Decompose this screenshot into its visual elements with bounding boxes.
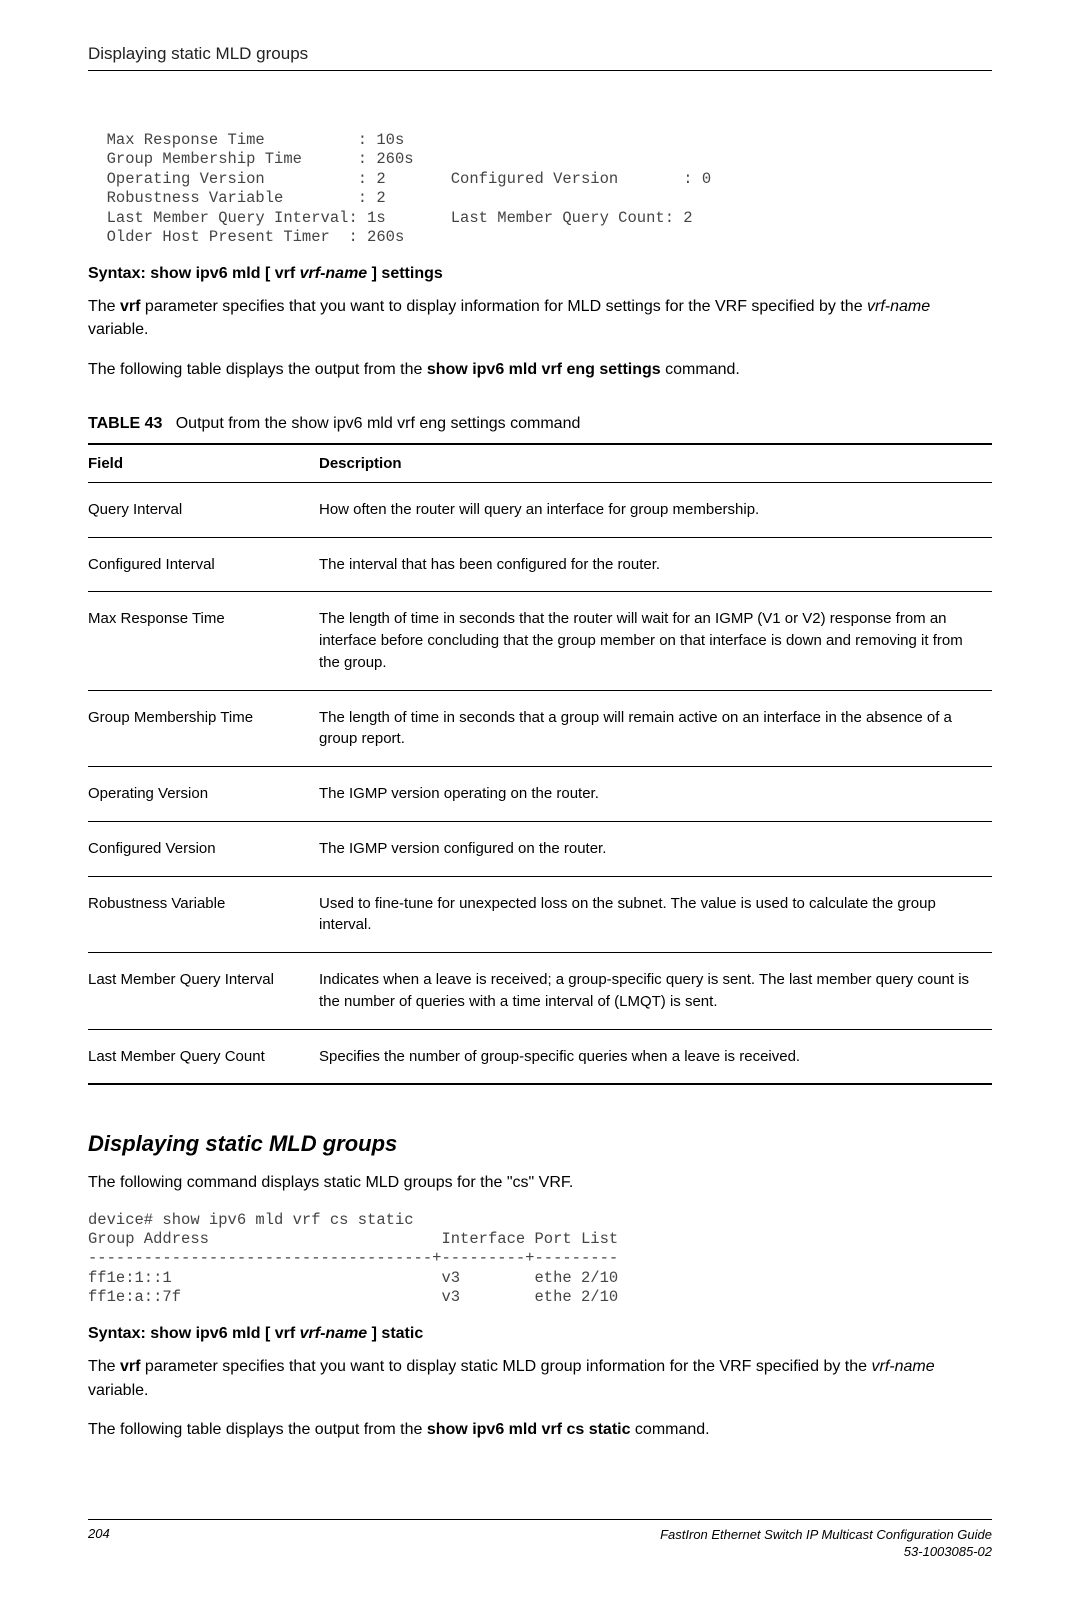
cell-field: Max Response Time [88, 592, 319, 690]
syntax-vrf: vrf [275, 1325, 300, 1342]
t-cmd: show ipv6 mld vrf eng settings [427, 361, 661, 378]
table43: Field Description Query Interval How oft… [88, 443, 992, 1086]
t: parameter specifies that you want to dis… [140, 298, 867, 315]
footer: 204 FastIron Ethernet Switch IP Multicas… [88, 1519, 992, 1561]
syntax-line-static: Syntax: show ipv6 mld [ vrf vrf-name ] s… [88, 1325, 992, 1343]
table-row: Query Interval How often the router will… [88, 482, 992, 537]
cell-field: Group Membership Time [88, 690, 319, 767]
page-header-title: Displaying static MLD groups [88, 44, 992, 64]
t-vrf: vrf [120, 1358, 140, 1375]
syntax-prefix: Syntax: show ipv6 mld [88, 1325, 265, 1342]
table43-label: TABLE 43 [88, 415, 162, 432]
syntax-lb: [ [265, 1325, 275, 1342]
footer-doc-id: 53-1003085-02 [660, 1543, 992, 1561]
para-vrf-static: The vrf parameter specifies that you wan… [88, 1355, 992, 1401]
table-row: Configured Version The IGMP version conf… [88, 821, 992, 876]
cell-desc: Used to fine-tune for unexpected loss on… [319, 876, 992, 953]
cell-desc: Indicates when a leave is received; a gr… [319, 953, 992, 1030]
syntax-suffix: settings [377, 265, 443, 282]
cell-field: Robustness Variable [88, 876, 319, 953]
t: The [88, 1358, 120, 1375]
page-number: 204 [88, 1526, 110, 1561]
cell-field: Operating Version [88, 767, 319, 822]
cell-desc: The IGMP version configured on the route… [319, 821, 992, 876]
cell-desc: The length of time in seconds that a gro… [319, 690, 992, 767]
syntax-line-settings: Syntax: show ipv6 mld [ vrf vrf-name ] s… [88, 265, 992, 283]
cli-output-settings: Max Response Time : 10s Group Membership… [88, 131, 992, 247]
table-row: Operating Version The IGMP version opera… [88, 767, 992, 822]
t-vrfname: vrf-name [871, 1358, 934, 1375]
th-desc: Description [319, 444, 992, 483]
syntax-vrfname: vrf-name [300, 1325, 368, 1342]
footer-doc-title: FastIron Ethernet Switch IP Multicast Co… [660, 1526, 992, 1544]
t: variable. [88, 1382, 148, 1399]
table-row: Last Member Query Interval Indicates whe… [88, 953, 992, 1030]
table-row: Configured Interval The interval that ha… [88, 537, 992, 592]
cell-desc: How often the router will query an inter… [319, 482, 992, 537]
section-title-static-mld: Displaying static MLD groups [88, 1131, 992, 1157]
para-vrf-settings: The vrf parameter specifies that you wan… [88, 295, 992, 341]
t: The following table displays the output … [88, 361, 427, 378]
cell-desc: Specifies the number of group-specific q… [319, 1029, 992, 1084]
syntax-vrfname: vrf-name [300, 265, 368, 282]
cli-output-static: device# show ipv6 mld vrf cs static Grou… [88, 1211, 992, 1308]
cell-desc: The IGMP version operating on the router… [319, 767, 992, 822]
t-vrf: vrf [120, 298, 140, 315]
table-row: Last Member Query Count Specifies the nu… [88, 1029, 992, 1084]
table43-text: Output from the show ipv6 mld vrf eng se… [176, 415, 581, 432]
t: variable. [88, 321, 148, 338]
syntax-prefix: Syntax: show ipv6 mld [88, 265, 265, 282]
t: command. [661, 361, 740, 378]
cell-desc: The interval that has been configured fo… [319, 537, 992, 592]
para-table-intro-static: The following table displays the output … [88, 1418, 992, 1441]
table-row: Max Response Time The length of time in … [88, 592, 992, 690]
cell-field: Last Member Query Count [88, 1029, 319, 1084]
syntax-rb: ] [367, 265, 377, 282]
cell-field: Configured Interval [88, 537, 319, 592]
syntax-vrf: vrf [275, 265, 300, 282]
para-table-intro: The following table displays the output … [88, 358, 992, 381]
cell-field: Last Member Query Interval [88, 953, 319, 1030]
cell-desc: The length of time in seconds that the r… [319, 592, 992, 690]
header-rule [88, 70, 992, 71]
syntax-rb: ] [367, 1325, 377, 1342]
cell-field: Query Interval [88, 482, 319, 537]
t: parameter specifies that you want to dis… [140, 1358, 871, 1375]
t-vrfname: vrf-name [867, 298, 930, 315]
para-static-intro: The following command displays static ML… [88, 1171, 992, 1194]
table43-caption: TABLE 43 Output from the show ipv6 mld v… [88, 415, 992, 433]
t: The following table displays the output … [88, 1421, 427, 1438]
table-row: Robustness Variable Used to fine-tune fo… [88, 876, 992, 953]
t: The [88, 298, 120, 315]
syntax-lb: [ [265, 265, 275, 282]
table-row: Group Membership Time The length of time… [88, 690, 992, 767]
cell-field: Configured Version [88, 821, 319, 876]
t-cmd: show ipv6 mld vrf cs static [427, 1421, 631, 1438]
syntax-suffix: static [377, 1325, 423, 1342]
t: command. [630, 1421, 709, 1438]
th-field: Field [88, 444, 319, 483]
